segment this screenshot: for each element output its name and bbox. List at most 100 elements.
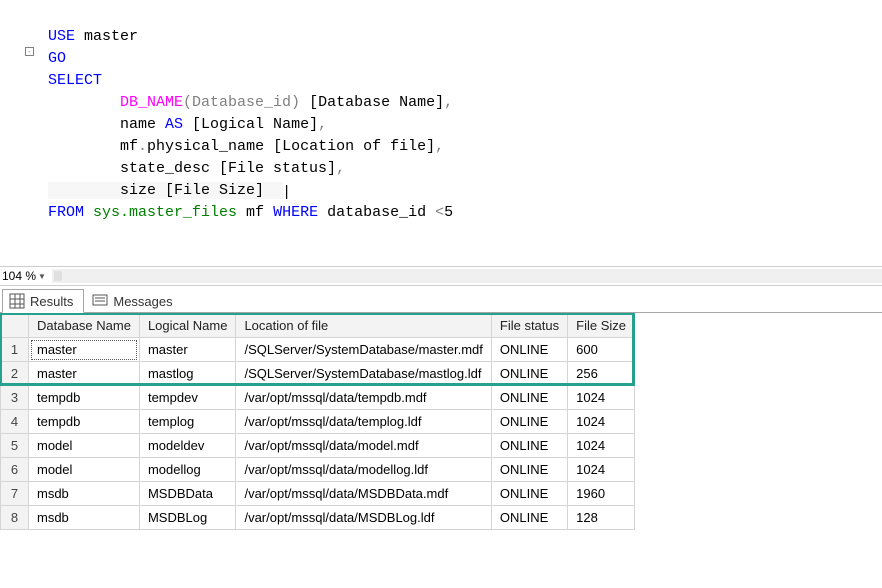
grid-cell[interactable]: master xyxy=(29,338,140,362)
grid-cell[interactable]: msdb xyxy=(29,506,140,530)
grid-corner[interactable] xyxy=(1,314,29,338)
tab-messages[interactable]: Messages xyxy=(86,290,182,312)
grid-cell[interactable]: modellog xyxy=(139,458,236,482)
table-row[interactable]: 2mastermastlog/SQLServer/SystemDatabase/… xyxy=(1,362,635,386)
chevron-down-icon: ▼ xyxy=(38,272,46,281)
txt: physical_name [Location of file] xyxy=(147,138,435,155)
grid-cell[interactable]: ONLINE xyxy=(491,386,567,410)
grid-cell[interactable]: templog xyxy=(139,410,236,434)
table-row[interactable]: 8msdbMSDBLog/var/opt/mssql/data/MSDBLog.… xyxy=(1,506,635,530)
kw-from: FROM xyxy=(48,204,84,221)
table-row[interactable]: 5modelmodeldev/var/opt/mssql/data/model.… xyxy=(1,434,635,458)
row-number[interactable]: 1 xyxy=(1,338,29,362)
row-number[interactable]: 2 xyxy=(1,362,29,386)
grid-cell[interactable]: ONLINE xyxy=(491,506,567,530)
results-grid-wrap: Database Name Logical Name Location of f… xyxy=(0,313,882,583)
grid-icon xyxy=(9,293,25,309)
grid-cell[interactable]: ONLINE xyxy=(491,410,567,434)
grid-cell[interactable]: /var/opt/mssql/data/MSDBLog.ldf xyxy=(236,506,491,530)
grid-cell[interactable]: 600 xyxy=(568,338,635,362)
grid-cell[interactable]: master xyxy=(139,338,236,362)
grid-cell[interactable]: ONLINE xyxy=(491,482,567,506)
grid-cell[interactable]: tempdb xyxy=(29,386,140,410)
grid-cell[interactable]: 1024 xyxy=(568,410,635,434)
table-row[interactable]: 1mastermaster/SQLServer/SystemDatabase/m… xyxy=(1,338,635,362)
grid-cell[interactable]: /var/opt/mssql/data/templog.ldf xyxy=(236,410,491,434)
grid-cell[interactable]: model xyxy=(29,434,140,458)
grid-cell[interactable]: ONLINE xyxy=(491,338,567,362)
col-header[interactable]: Location of file xyxy=(236,314,491,338)
kw-select: SELECT xyxy=(48,72,102,89)
num: 5 xyxy=(444,204,453,221)
row-number[interactable]: 5 xyxy=(1,434,29,458)
code-block[interactable]: USE master GO SELECT DB_NAME(Database_id… xyxy=(32,4,882,246)
grid-cell[interactable]: /SQLServer/SystemDatabase/master.mdf xyxy=(236,338,491,362)
grid-cell[interactable]: mastlog xyxy=(139,362,236,386)
grid-cell[interactable]: 1024 xyxy=(568,434,635,458)
row-number[interactable]: 4 xyxy=(1,410,29,434)
table-row[interactable]: 4tempdbtemplog/var/opt/mssql/data/templo… xyxy=(1,410,635,434)
txt: (Database_id) xyxy=(183,94,309,111)
zoom-value: 104 % xyxy=(2,269,36,283)
grid-cell[interactable]: /SQLServer/SystemDatabase/mastlog.ldf xyxy=(236,362,491,386)
grid-cell[interactable]: tempdb xyxy=(29,410,140,434)
txt: state_desc [File status] xyxy=(120,160,336,177)
txt: [Database Name] xyxy=(309,94,444,111)
table-row[interactable]: 6modelmodellog/var/opt/mssql/data/modell… xyxy=(1,458,635,482)
grid-cell[interactable]: 1024 xyxy=(568,458,635,482)
grid-cell[interactable]: 256 xyxy=(568,362,635,386)
txt: [File Size] xyxy=(156,182,282,199)
comma: , xyxy=(435,138,444,155)
editor-gutter: - xyxy=(0,0,28,266)
row-number[interactable]: 8 xyxy=(1,506,29,530)
grid-cell[interactable]: model xyxy=(29,458,140,482)
grid-cell[interactable]: MSDBData xyxy=(139,482,236,506)
fold-toggle-icon[interactable]: - xyxy=(25,47,34,56)
col-header[interactable]: File status xyxy=(491,314,567,338)
grid-cell[interactable]: master xyxy=(29,362,140,386)
messages-icon xyxy=(92,293,108,309)
grid-cell[interactable]: tempdev xyxy=(139,386,236,410)
op-lt: < xyxy=(435,204,444,221)
horizontal-scrollbar[interactable] xyxy=(52,269,882,283)
fn-dbname: DB_NAME xyxy=(120,94,183,111)
grid-cell[interactable]: ONLINE xyxy=(491,362,567,386)
row-number[interactable]: 7 xyxy=(1,482,29,506)
txt: size xyxy=(120,182,156,199)
grid-cell[interactable]: 128 xyxy=(568,506,635,530)
grid-cell[interactable]: /var/opt/mssql/data/MSDBData.mdf xyxy=(236,482,491,506)
grid-cell[interactable]: MSDBLog xyxy=(139,506,236,530)
grid-cell[interactable]: 1024 xyxy=(568,386,635,410)
col-header[interactable]: Logical Name xyxy=(139,314,236,338)
col-header[interactable]: Database Name xyxy=(29,314,140,338)
sql-editor[interactable]: - USE master GO SELECT DB_NAME(Database_… xyxy=(0,0,882,266)
grid-cell[interactable]: /var/opt/mssql/data/tempdb.mdf xyxy=(236,386,491,410)
grid-cell[interactable]: /var/opt/mssql/data/modellog.ldf xyxy=(236,458,491,482)
row-number[interactable]: 6 xyxy=(1,458,29,482)
grid-cell[interactable]: modeldev xyxy=(139,434,236,458)
txt: [Logical Name] xyxy=(183,116,318,133)
kw-use: USE xyxy=(48,28,75,45)
tab-label: Results xyxy=(30,294,73,309)
tab-results[interactable]: Results xyxy=(2,289,84,313)
tab-label: Messages xyxy=(113,294,172,309)
grid-cell[interactable]: /var/opt/mssql/data/model.mdf xyxy=(236,434,491,458)
grid-cell[interactable]: ONLINE xyxy=(491,434,567,458)
grid-cell[interactable]: msdb xyxy=(29,482,140,506)
kw-go: GO xyxy=(48,50,66,67)
sys-object: sys.master_files xyxy=(84,204,237,221)
comma: , xyxy=(318,116,327,133)
zoom-dropdown[interactable]: 104 % ▼ xyxy=(2,269,46,283)
comma: , xyxy=(336,160,345,177)
dot: . xyxy=(138,138,147,155)
row-number[interactable]: 3 xyxy=(1,386,29,410)
table-row[interactable]: 7msdbMSDBData/var/opt/mssql/data/MSDBDat… xyxy=(1,482,635,506)
txt: mf xyxy=(120,138,138,155)
grid-cell[interactable]: ONLINE xyxy=(491,458,567,482)
table-row[interactable]: 3tempdbtempdev/var/opt/mssql/data/tempdb… xyxy=(1,386,635,410)
grid-cell[interactable]: 1960 xyxy=(568,482,635,506)
col-header[interactable]: File Size xyxy=(568,314,635,338)
txt: database_id xyxy=(318,204,435,221)
results-grid[interactable]: Database Name Logical Name Location of f… xyxy=(0,313,635,530)
txt: master xyxy=(75,28,138,45)
